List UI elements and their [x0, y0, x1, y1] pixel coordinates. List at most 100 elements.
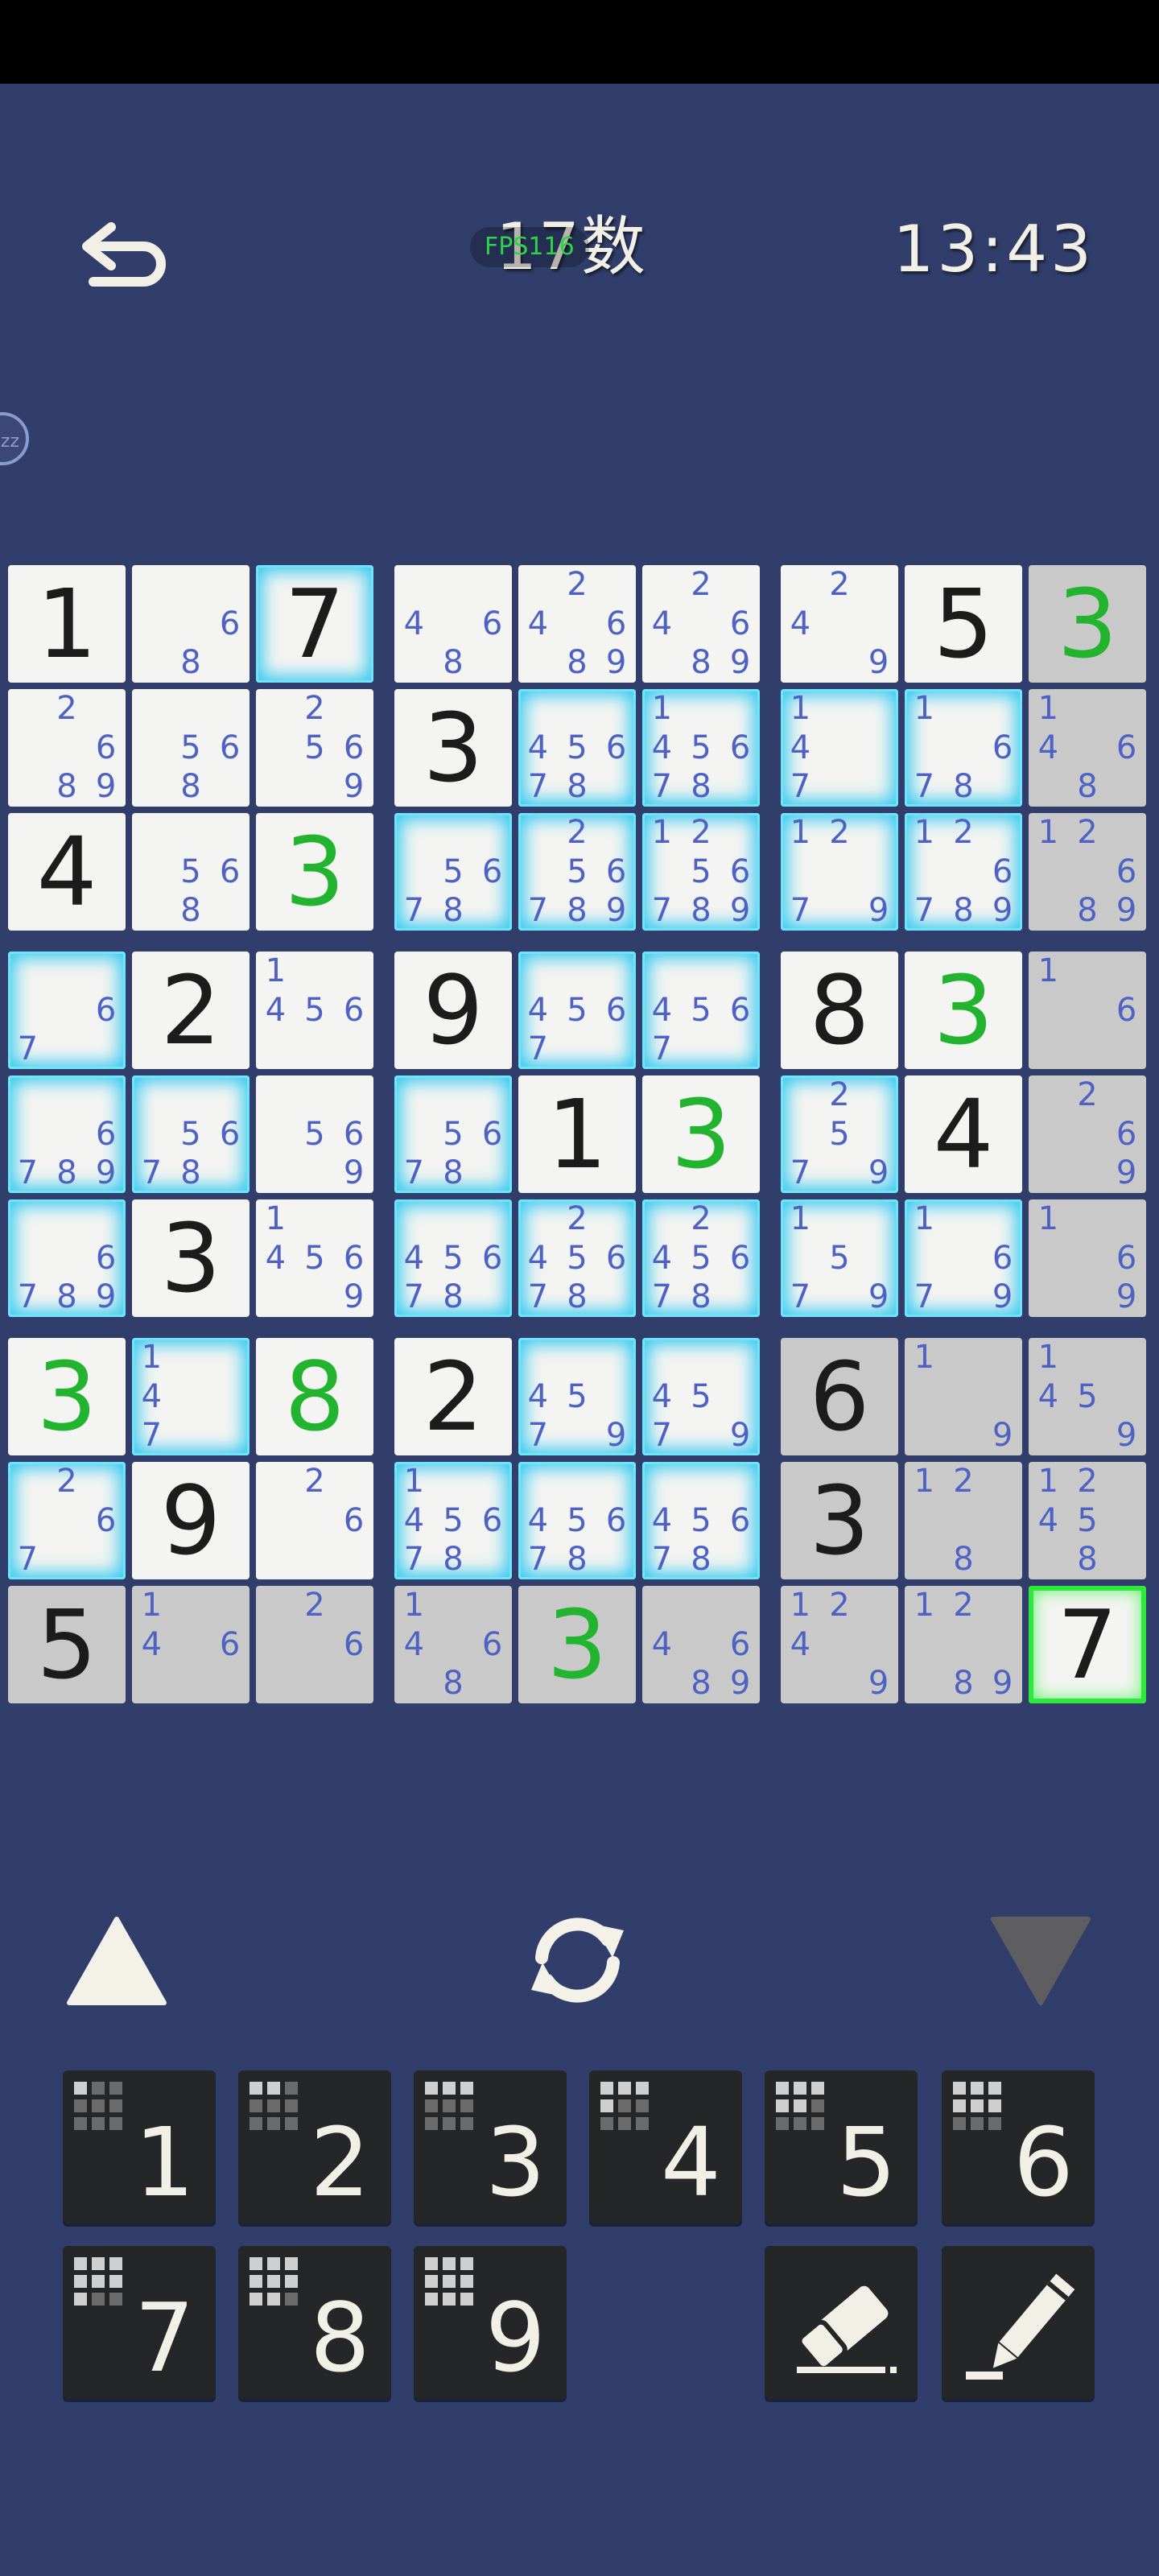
board-cell[interactable]: 126 789 — [905, 813, 1022, 931]
board-cell[interactable]: 5 — [8, 1586, 126, 1703]
board-cell[interactable]: 456 78 — [518, 689, 636, 807]
board-cell[interactable]: 26 — [256, 1586, 373, 1703]
board-cell[interactable]: 24 9 — [781, 565, 898, 683]
board-cell[interactable]: 24 689 — [642, 565, 760, 683]
number-key-2[interactable]: 2 — [238, 2070, 391, 2223]
board-cell[interactable]: 1456 — [256, 952, 373, 1069]
board-cell[interactable]: 1459 — [1029, 1338, 1146, 1455]
board-cell[interactable]: 7 — [256, 565, 373, 683]
board-cell[interactable]: 12 7 9 — [781, 813, 898, 931]
board-cell[interactable]: 147 — [132, 1338, 250, 1455]
board-cell[interactable]: 569 — [256, 1075, 373, 1193]
board-cell[interactable]: 456 78 — [642, 1462, 760, 1579]
board-cell[interactable]: 456 7 — [518, 952, 636, 1069]
board-cell[interactable]: 1256 789 — [642, 813, 760, 931]
board-cell[interactable]: 124 9 — [781, 1586, 898, 1703]
board-cell[interactable]: 8 — [256, 1338, 373, 1455]
pencil-note: 2 — [829, 814, 850, 851]
board-cell[interactable]: 5 — [905, 565, 1022, 683]
number-key-3[interactable]: 3 — [414, 2070, 567, 2223]
board-cell[interactable]: 3 — [256, 813, 373, 931]
board-cell[interactable]: 457 9 — [642, 1338, 760, 1455]
board-cell[interactable]: 2456 78 — [518, 1199, 636, 1317]
eraser-button[interactable] — [765, 2246, 918, 2399]
board-cell[interactable]: 19 — [905, 1338, 1022, 1455]
board-cell[interactable]: 568 — [132, 689, 250, 807]
board-cell[interactable]: 257 9 — [781, 1075, 898, 1193]
board-cell[interactable]: 14 6 — [132, 1586, 250, 1703]
board-cell[interactable]: 269 — [1029, 1075, 1146, 1193]
board-cell[interactable]: 1 — [8, 565, 126, 683]
board-cell[interactable]: 3 — [1029, 565, 1146, 683]
board-cell[interactable]: 68 — [132, 565, 250, 683]
board-cell[interactable]: 12 8 — [905, 1462, 1022, 1579]
board-cell[interactable]: 1456 78 — [394, 1462, 512, 1579]
board-cell[interactable]: 14 68 — [1029, 689, 1146, 807]
board-cell[interactable]: 56 78 — [394, 813, 512, 931]
board-cell[interactable]: 6 789 — [8, 1075, 126, 1193]
board-cell[interactable]: 3 — [905, 952, 1022, 1069]
board-cell[interactable]: 4 — [905, 1075, 1022, 1193]
board-cell[interactable]: 568 — [132, 813, 250, 931]
board-cell[interactable]: 3 — [394, 689, 512, 807]
board-cell[interactable]: 2569 — [256, 689, 373, 807]
board-cell[interactable]: 1678 — [905, 689, 1022, 807]
board-cell[interactable]: 456 78 — [518, 1462, 636, 1579]
fps-counter: FPS116 — [470, 227, 589, 267]
board-cell[interactable]: 1679 — [905, 1199, 1022, 1317]
board-cell[interactable]: 1 — [518, 1075, 636, 1193]
board-cell[interactable]: 56 78 — [394, 1075, 512, 1193]
board-cell[interactable]: 24 689 — [518, 565, 636, 683]
board-cell[interactable]: 2456 78 — [642, 1199, 760, 1317]
board-cell[interactable]: 12 89 — [905, 1586, 1022, 1703]
number-key-4[interactable]: 4 — [589, 2070, 742, 2223]
sleep-badge[interactable]: zz — [0, 412, 29, 465]
refresh-button[interactable] — [519, 1908, 636, 2013]
board-cell[interactable]: 2 — [132, 952, 250, 1069]
board-cell[interactable]: 457 9 — [518, 1338, 636, 1455]
board-cell[interactable]: 4 — [8, 813, 126, 931]
board-cell[interactable]: 147 — [781, 689, 898, 807]
board-cell[interactable]: 3 — [132, 1199, 250, 1317]
pencil-button[interactable] — [942, 2246, 1095, 2399]
board-cell[interactable]: 26 — [256, 1462, 373, 1579]
number-key-1[interactable]: 1 — [63, 2070, 216, 2223]
number-key-5[interactable]: 5 — [765, 2070, 918, 2223]
board-cell[interactable]: 67 — [8, 952, 126, 1069]
number-key-9[interactable]: 9 — [414, 2246, 567, 2399]
board-cell[interactable]: 9 — [132, 1462, 250, 1579]
board-cell[interactable]: 26 7 — [8, 1462, 126, 1579]
board-cell[interactable]: 16 — [1029, 952, 1146, 1069]
board-cell[interactable]: 7 — [1029, 1586, 1146, 1703]
board-cell[interactable]: 1456 78 — [642, 689, 760, 807]
board-cell[interactable]: 9 — [394, 952, 512, 1069]
number-key-7[interactable]: 7 — [63, 2246, 216, 2399]
pencil-note: 2 — [829, 566, 850, 603]
board-cell[interactable]: 12689 — [1029, 813, 1146, 931]
board-cell[interactable]: 256 789 — [518, 813, 636, 931]
previous-button[interactable] — [64, 1914, 169, 2008]
board-cell[interactable]: 3 — [8, 1338, 126, 1455]
board-cell[interactable]: 456 7 — [642, 952, 760, 1069]
number-key-8[interactable]: 8 — [238, 2246, 391, 2399]
board-cell[interactable]: 14 68 — [394, 1586, 512, 1703]
board-cell[interactable]: 8 — [781, 952, 898, 1069]
number-key-6[interactable]: 6 — [942, 2070, 1095, 2223]
board-cell[interactable]: 4 689 — [642, 1586, 760, 1703]
board-cell[interactable]: 3 — [642, 1075, 760, 1193]
board-cell[interactable]: 14569 — [256, 1199, 373, 1317]
next-button[interactable] — [988, 1914, 1093, 2008]
board-cell[interactable]: 3 — [781, 1462, 898, 1579]
back-button[interactable] — [80, 211, 177, 299]
board-cell[interactable]: 56 78 — [132, 1075, 250, 1193]
board-cell[interactable]: 1579 — [781, 1199, 898, 1317]
board-cell[interactable]: 1 69 — [1029, 1199, 1146, 1317]
board-cell[interactable]: 12458 — [1029, 1462, 1146, 1579]
board-cell[interactable]: 6 789 — [8, 1199, 126, 1317]
board-cell[interactable]: 4 68 — [394, 565, 512, 683]
board-cell[interactable]: 2689 — [8, 689, 126, 807]
board-cell[interactable]: 2 — [394, 1338, 512, 1455]
board-cell[interactable]: 3 — [518, 1586, 636, 1703]
board-cell[interactable]: 456 78 — [394, 1199, 512, 1317]
board-cell[interactable]: 6 — [781, 1338, 898, 1455]
